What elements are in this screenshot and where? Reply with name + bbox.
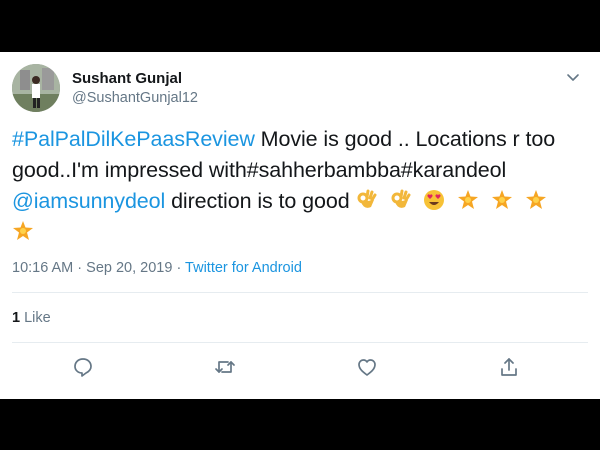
star-icon bbox=[458, 190, 479, 209]
divider bbox=[12, 292, 588, 293]
tweet-timestamp: 10:16 AM · Sep 20, 2019 · Twitter for An… bbox=[12, 260, 302, 276]
share-button[interactable] bbox=[498, 356, 520, 378]
share-icon bbox=[501, 358, 517, 376]
tweet-text: #PalPalDilKePaasReview Movie is good .. … bbox=[12, 124, 588, 248]
heart-eyes-icon bbox=[424, 190, 445, 210]
like-count-label: Like bbox=[20, 310, 51, 326]
ok-hand-icon bbox=[357, 189, 377, 208]
reply-button[interactable] bbox=[72, 356, 94, 378]
reply-icon bbox=[74, 358, 92, 377]
chevron-down-icon[interactable] bbox=[566, 70, 580, 84]
tweet-text-part: Movie is good .. Locations r too bbox=[254, 127, 556, 151]
star-icon bbox=[525, 190, 546, 209]
ok-hand-icon bbox=[391, 189, 411, 208]
mention-link[interactable]: @iamsunnydeol bbox=[12, 189, 165, 213]
tweet-text-part: direction is to good bbox=[165, 189, 350, 213]
star-icon bbox=[13, 221, 33, 240]
like-count[interactable]: 1 Like bbox=[12, 310, 51, 326]
like-button[interactable] bbox=[356, 356, 378, 378]
author-handle[interactable]: @SushantGunjal12 bbox=[72, 90, 198, 106]
author-name[interactable]: Sushant Gunjal bbox=[72, 70, 182, 87]
star-icon bbox=[491, 190, 512, 209]
divider bbox=[12, 342, 588, 343]
retweet-button[interactable] bbox=[214, 356, 236, 378]
hashtag-link[interactable]: #PalPalDilKePaasReview bbox=[12, 127, 255, 151]
tweet-card: Sushant Gunjal @SushantGunjal12 #PalPalD… bbox=[0, 52, 600, 399]
tweet-text-part: good..I'm impressed with#sahherbambba#ka… bbox=[12, 158, 507, 182]
retweet-icon bbox=[215, 361, 235, 373]
avatar[interactable] bbox=[12, 64, 60, 112]
tweet-source-link[interactable]: Twitter for Android bbox=[185, 260, 302, 276]
like-count-number: 1 bbox=[12, 310, 21, 326]
like-icon bbox=[358, 359, 376, 376]
tweet-time[interactable]: 10:16 AM · Sep 20, 2019 · bbox=[12, 260, 185, 276]
